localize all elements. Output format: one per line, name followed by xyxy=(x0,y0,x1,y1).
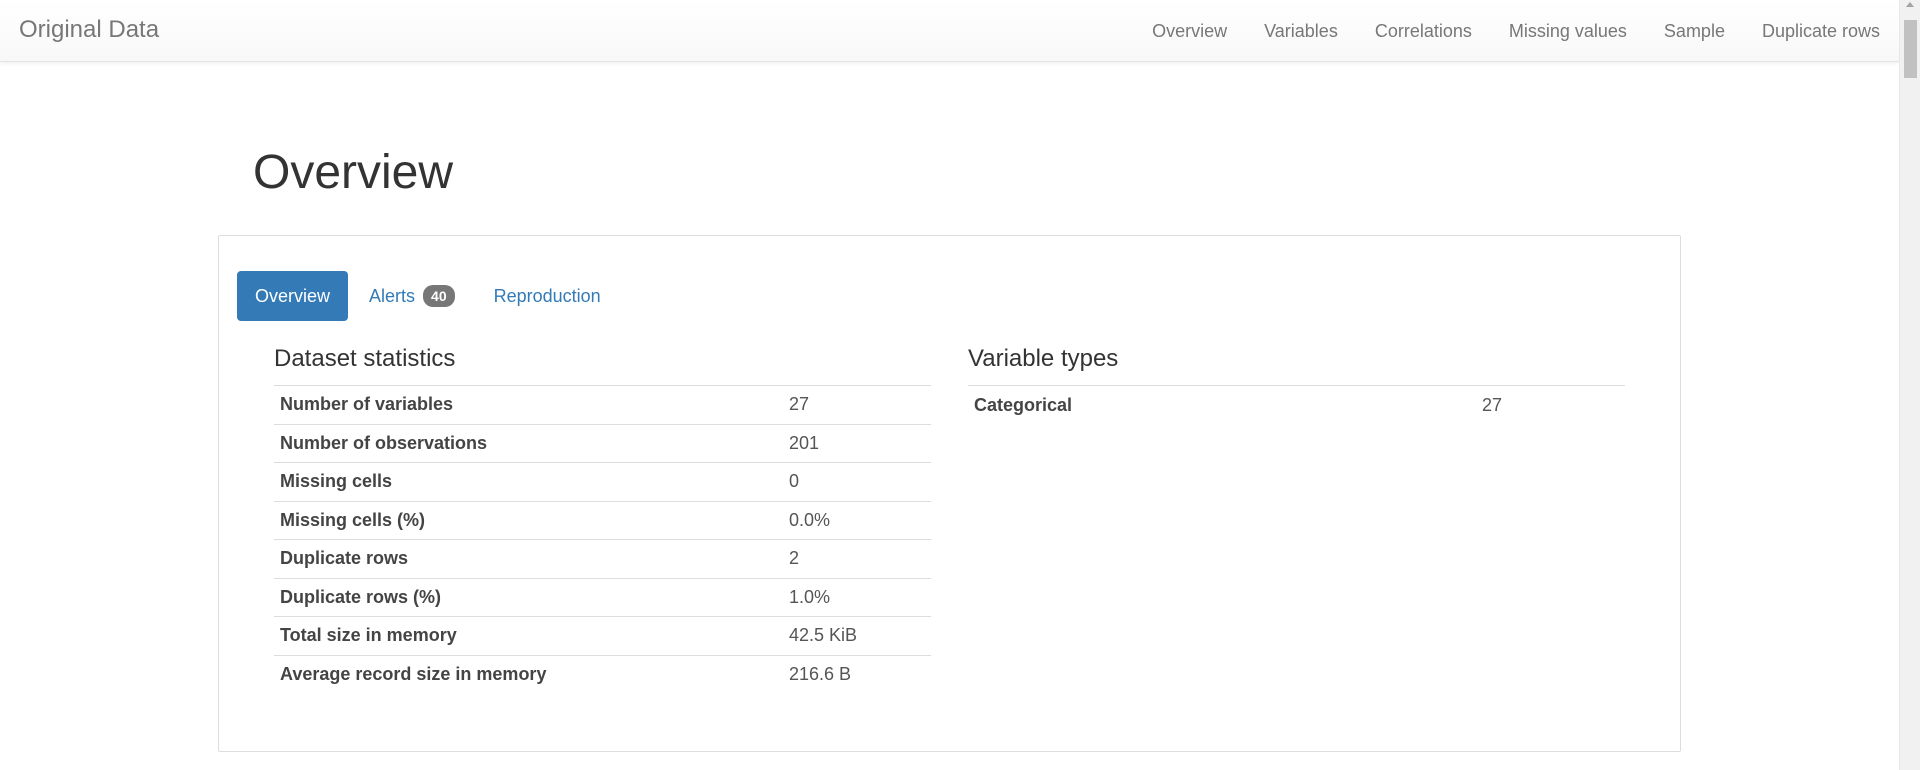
variable-types-title: Variable types xyxy=(968,345,1119,372)
scrollbar-thumb[interactable] xyxy=(1904,20,1917,78)
stat-label: Total size in memory xyxy=(274,616,783,655)
stat-label: Missing cells xyxy=(274,462,783,501)
table-row: Number of observations 201 xyxy=(274,423,931,463)
nav-link-correlations[interactable]: Correlations xyxy=(1375,21,1472,42)
stat-value: 201 xyxy=(783,423,931,463)
overview-tabs: Overview Alerts 40 Reproduction xyxy=(237,271,622,321)
table-row: Duplicate rows 2 xyxy=(274,539,931,578)
nav-link-missing-values[interactable]: Missing values xyxy=(1509,21,1627,42)
nav-link-duplicate-rows[interactable]: Duplicate rows xyxy=(1762,21,1880,42)
variable-types-section: Variable types Categorical 27 xyxy=(968,341,1625,424)
scroll-up-arrow-icon[interactable] xyxy=(1906,2,1914,7)
stat-label: Duplicate rows xyxy=(274,539,783,578)
dataset-statistics-section: Dataset statistics Number of variables 2… xyxy=(274,341,931,694)
tab-reproduction-label: Reproduction xyxy=(493,285,601,306)
stat-value: 1.0% xyxy=(783,577,931,617)
stat-value: 0.0% xyxy=(783,500,931,540)
stat-label: Number of variables xyxy=(274,385,783,424)
tab-overview-label: Overview xyxy=(255,285,331,306)
tab-alerts[interactable]: Alerts 40 xyxy=(351,271,473,321)
stat-label: Average record size in memory xyxy=(274,654,783,694)
top-navbar: Original Data Overview Variables Correla… xyxy=(0,0,1899,62)
alerts-count-badge: 40 xyxy=(423,285,455,307)
nav-links: Overview Variables Correlations Missing … xyxy=(1115,0,1880,62)
tab-alerts-label: Alerts xyxy=(369,285,416,306)
table-row: Average record size in memory 216.6 B xyxy=(274,654,931,694)
type-label: Categorical xyxy=(968,385,1476,424)
table-row: Total size in memory 42.5 KiB xyxy=(274,616,931,655)
type-value: 27 xyxy=(1476,385,1625,424)
tab-overview[interactable]: Overview xyxy=(237,271,349,321)
stat-label: Missing cells (%) xyxy=(274,500,783,540)
nav-link-overview[interactable]: Overview xyxy=(1152,21,1227,42)
variable-types-table: Categorical 27 xyxy=(968,385,1625,424)
stat-value: 216.6 B xyxy=(783,654,931,694)
stat-value: 27 xyxy=(783,385,931,424)
stat-value: 0 xyxy=(783,462,931,501)
dataset-statistics-title: Dataset statistics xyxy=(274,345,456,372)
table-row: Categorical 27 xyxy=(968,385,1625,424)
tab-reproduction[interactable]: Reproduction xyxy=(476,271,619,321)
overview-panel: Overview Alerts 40 Reproduction Dataset … xyxy=(218,235,1681,752)
nav-link-variables[interactable]: Variables xyxy=(1264,21,1338,42)
stat-label: Duplicate rows (%) xyxy=(274,577,783,617)
page-title: Overview xyxy=(253,146,454,199)
stat-label: Number of observations xyxy=(274,423,783,463)
dataset-statistics-table: Number of variables 27 Number of observa… xyxy=(274,385,931,694)
stat-value: 42.5 KiB xyxy=(783,616,931,655)
table-row: Missing cells 0 xyxy=(274,462,931,501)
table-row: Number of variables 27 xyxy=(274,385,931,424)
table-row: Duplicate rows (%) 1.0% xyxy=(274,577,931,617)
table-row: Missing cells (%) 0.0% xyxy=(274,500,931,540)
nav-link-sample[interactable]: Sample xyxy=(1664,21,1725,42)
brand-title[interactable]: Original Data xyxy=(19,16,159,44)
stat-value: 2 xyxy=(783,539,931,578)
vertical-scrollbar[interactable] xyxy=(1899,0,1920,770)
